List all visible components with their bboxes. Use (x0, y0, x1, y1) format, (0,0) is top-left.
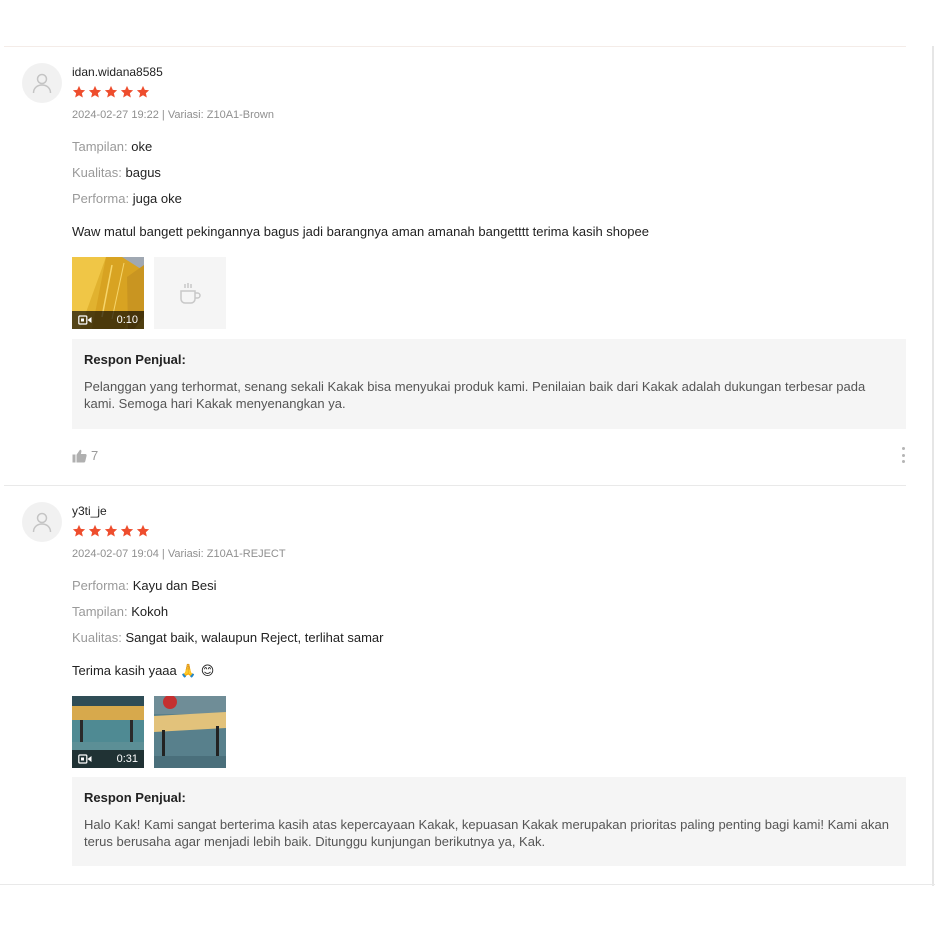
video-duration-bar: 0:10 (72, 311, 144, 329)
review-divider (0, 884, 935, 885)
star-icon (72, 85, 86, 98)
review-attributes: Tampilan: oke Kualitas: bagus Performa: … (72, 139, 182, 217)
review-photo (154, 696, 226, 768)
video-duration-bar: 0:31 (72, 750, 144, 768)
video-camera-icon (78, 315, 92, 325)
video-camera-icon (78, 754, 92, 764)
star-icon (72, 524, 86, 537)
like-count: 7 (91, 448, 99, 463)
more-dot-icon (901, 447, 905, 450)
more-dot-icon (901, 460, 905, 463)
seller-response-title: Respon Penjual: (84, 352, 186, 367)
attribute-value: oke (131, 139, 153, 154)
seller-response-text: Halo Kak! Kami sangat berterima kasih at… (84, 817, 889, 849)
attribute-row: Performa: Kayu dan Besi (72, 578, 383, 604)
attribute-row: Kualitas: bagus (72, 165, 182, 191)
seller-response: Respon Penjual: Pelanggan yang terhormat… (72, 339, 906, 429)
attribute-value: bagus (125, 165, 161, 180)
video-thumbnail[interactable]: 0:31 (72, 696, 144, 768)
coffee-cup-placeholder-icon (180, 283, 201, 304)
seller-response-text: Pelanggan yang terhormat, senang sekali … (84, 379, 866, 411)
star-icon (120, 524, 134, 537)
attribute-key: Kualitas: (72, 630, 122, 645)
attribute-key: Tampilan: (72, 604, 128, 619)
comment-emojis: 🙏 😊 (180, 664, 215, 679)
review-comment-text: Terima kasih yaaa (72, 663, 177, 678)
thumbs-up-icon (72, 449, 87, 462)
rating-stars (72, 85, 150, 99)
star-icon (104, 524, 118, 537)
user-icon (32, 512, 52, 533)
star-icon (136, 85, 150, 98)
attribute-row: Tampilan: Kokoh (72, 604, 383, 630)
user-icon (32, 73, 52, 94)
video-duration: 0:31 (116, 753, 138, 765)
attribute-row: Performa: juga oke (72, 191, 182, 217)
video-duration: 0:10 (116, 314, 138, 326)
review-media: 0:10 (72, 257, 226, 329)
attribute-row: Kualitas: Sangat baik, walaupun Reject, … (72, 630, 383, 656)
like-button[interactable]: 7 (72, 448, 98, 463)
more-dot-icon (901, 453, 905, 457)
attribute-key: Kualitas: (72, 165, 122, 180)
review-item: y3ti_je 2024-02-07 19:04 | Variasi: Z10A… (0, 486, 906, 884)
reviewer-username[interactable]: y3ti_je (72, 504, 107, 518)
image-thumbnail[interactable] (154, 696, 226, 768)
avatar[interactable] (22, 502, 62, 542)
attribute-key: Tampilan: (72, 139, 128, 154)
review-attributes: Performa: Kayu dan Besi Tampilan: Kokoh … (72, 578, 383, 656)
review-comment: Terima kasih yaaa 🙏 😊 (72, 663, 214, 679)
image-thumbnail[interactable] (154, 257, 226, 329)
review-media: 0:31 (72, 696, 226, 768)
star-icon (104, 85, 118, 98)
attribute-value: Kayu dan Besi (132, 578, 217, 593)
review-meta: 2024-02-27 19:22 | Variasi: Z10A1-Brown (72, 109, 274, 121)
attribute-value: Kokoh (131, 604, 169, 619)
star-icon (136, 524, 150, 537)
review-meta: 2024-02-07 19:04 | Variasi: Z10A1-REJECT (72, 548, 286, 560)
seller-response: Respon Penjual: Halo Kak! Kami sangat be… (72, 777, 906, 866)
more-options-button[interactable] (900, 447, 906, 463)
review-comment: Waw matul bangett pekingannya bagus jadi… (72, 224, 649, 239)
star-icon (120, 85, 134, 98)
reviewer-username[interactable]: idan.widana8585 (72, 65, 163, 79)
attribute-key: Performa: (72, 578, 130, 593)
avatar[interactable] (22, 63, 62, 103)
attribute-value: juga oke (132, 191, 182, 206)
star-icon (88, 524, 102, 537)
video-thumbnail[interactable]: 0:10 (72, 257, 144, 329)
scrollbar-track[interactable] (932, 46, 934, 886)
seller-response-title: Respon Penjual: (84, 790, 186, 805)
attribute-row: Tampilan: oke (72, 139, 182, 165)
attribute-key: Performa: (72, 191, 130, 206)
rating-stars (72, 524, 150, 538)
review-item: idan.widana8585 2024-02-27 19:22 | Varia… (0, 47, 906, 485)
attribute-value: Sangat baik, walaupun Reject, terlihat s… (125, 630, 384, 645)
star-icon (88, 85, 102, 98)
